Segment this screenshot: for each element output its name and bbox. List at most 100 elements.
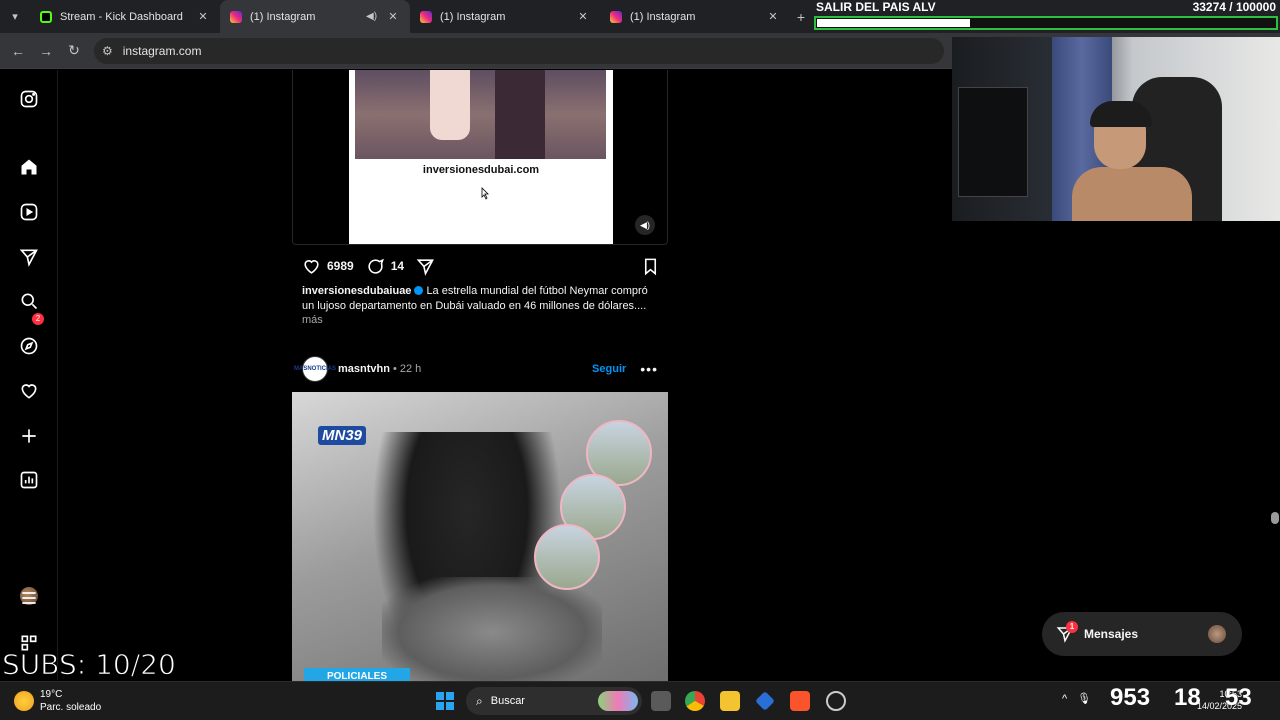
instagram-sidebar: 2 <box>0 70 58 680</box>
url-text: instagram.com <box>122 43 202 58</box>
microphone-icon[interactable]: 🎙 <box>1077 692 1091 705</box>
messages-button[interactable]: 1 Mensajes <box>1042 612 1242 656</box>
subs-counter: SUBS: 10/20 <box>2 648 177 682</box>
system-tray: ^ 🎙 <box>1062 692 1101 706</box>
instagram-icon <box>230 10 242 23</box>
message-avatar <box>1208 625 1226 643</box>
tab-kick-dashboard[interactable]: Stream - Kick Dashboard ✕ <box>30 0 220 33</box>
close-icon[interactable]: ✕ <box>196 10 210 23</box>
app-diamond-icon[interactable] <box>755 691 775 711</box>
timer-seconds: 53 <box>1225 684 1252 711</box>
webcam-feed <box>952 37 1280 221</box>
tab-instagram-active[interactable]: (1) Instagram ◀) ✕ <box>220 0 410 33</box>
goal-progress-bar <box>814 16 1278 30</box>
task-view-icon[interactable] <box>651 691 671 711</box>
heart-icon[interactable] <box>18 380 40 402</box>
like-heart-icon[interactable] <box>302 257 321 276</box>
weather-desc: Parc. soleado <box>40 702 102 713</box>
post-caption: inversionesdubaiuae La estrella mundial d… <box>302 284 660 314</box>
messages-icon[interactable] <box>18 246 40 268</box>
section-tag: POLICIALES <box>304 668 410 682</box>
screen: ▾ Stream - Kick Dashboard ✕ (1) Instagra… <box>0 0 1280 720</box>
video-content: inversionesdubai.com <box>349 70 613 244</box>
avatar-logo-text: MASNOTICIAS <box>294 366 336 372</box>
file-explorer-icon[interactable] <box>720 691 740 711</box>
caption-username[interactable]: inversionesdubaiuae <box>302 285 411 297</box>
back-arrow-icon[interactable]: ← <box>4 43 32 59</box>
search-label: Buscar <box>490 695 525 707</box>
donation-goal-overlay: SALIR DEL PAIS ALV 33274 / 100000 <box>814 0 1280 33</box>
close-icon[interactable]: ✕ <box>766 10 780 23</box>
tab-title: (1) Instagram <box>250 10 316 23</box>
close-icon[interactable]: ✕ <box>386 10 400 23</box>
webcam-streamer-body <box>1072 167 1192 221</box>
address-bar[interactable]: ⚙ instagram.com <box>94 37 944 64</box>
windows-taskbar: 19°C Parc. soleado ⌕ Buscar ^ 🎙 953 18 1… <box>0 681 1280 720</box>
forward-arrow-icon[interactable]: → <box>32 43 60 59</box>
menu-icon[interactable] <box>18 587 40 609</box>
messages-badge: 1 <box>1066 621 1078 633</box>
tab-search-chevron-icon[interactable]: ▾ <box>0 0 30 33</box>
follow-button[interactable]: Seguir <box>592 363 626 375</box>
post-avatar[interactable]: MASNOTICIAS <box>294 356 336 382</box>
save-bookmark-icon[interactable] <box>641 257 660 276</box>
site-settings-icon[interactable]: ⚙ <box>102 44 113 58</box>
explore-icon[interactable] <box>18 335 40 357</box>
speaker-icon[interactable]: ◀) <box>366 11 380 22</box>
more-options-icon[interactable]: ••• <box>640 361 658 377</box>
tab-title: (1) Instagram <box>630 10 696 23</box>
weather-widget[interactable]: 19°C Parc. soleado <box>14 688 101 714</box>
separator: • <box>392 363 397 375</box>
messages-badge: 2 <box>32 313 44 325</box>
timer-hours: 953 <box>1110 684 1151 711</box>
chrome-icon[interactable] <box>685 691 705 711</box>
photo-arms <box>382 577 602 682</box>
comment-icon[interactable] <box>366 257 385 276</box>
share-icon[interactable] <box>416 257 435 276</box>
video-photo <box>355 70 606 159</box>
create-plus-icon[interactable] <box>18 425 40 447</box>
home-icon[interactable] <box>18 156 40 178</box>
post-header: MASNOTICIAS masntvhn • 22 h Seguir ••• <box>294 356 668 382</box>
messages-label: Mensajes <box>1084 627 1139 641</box>
dashboard-icon[interactable] <box>18 469 40 491</box>
temperature: 19°C <box>40 689 63 700</box>
post-image[interactable]: MN39 POLICIALES <box>292 392 668 682</box>
reload-icon[interactable]: ↻ <box>60 42 88 59</box>
reels-icon[interactable] <box>18 201 40 223</box>
new-tab-plus-icon[interactable]: + <box>790 9 812 25</box>
brand-logo: MN39 <box>318 426 367 445</box>
goal-progress-fill <box>817 19 970 27</box>
search-highlight-icon <box>598 691 638 711</box>
tab-instagram-2[interactable]: (1) Instagram ✕ <box>410 0 600 33</box>
webcam-pc <box>958 87 1028 197</box>
feed: inversionesdubai.com ◀) 6989 14 inversio… <box>292 70 668 682</box>
verified-badge-icon <box>414 286 424 295</box>
close-icon[interactable]: ✕ <box>576 10 590 23</box>
sun-icon <box>14 691 34 711</box>
instagram-icon <box>420 10 432 23</box>
post-username[interactable]: masntvhn <box>338 363 390 375</box>
comment-count: 14 <box>390 259 405 273</box>
tab-title: Stream - Kick Dashboard <box>60 10 183 23</box>
post-actions: 6989 14 <box>302 256 660 276</box>
like-count: 6989 <box>327 259 354 273</box>
mouse-cursor-icon <box>481 187 489 200</box>
audio-toggle-icon[interactable]: ◀) <box>635 215 655 235</box>
kick-icon <box>40 10 52 23</box>
scroll-thumb[interactable] <box>1271 512 1279 524</box>
post-time: 22 h <box>399 363 422 375</box>
more-link[interactable]: más <box>302 314 323 326</box>
app-circle-icon[interactable] <box>826 691 846 711</box>
taskbar-search[interactable]: ⌕ Buscar <box>466 687 642 715</box>
search-icon[interactable] <box>18 290 40 312</box>
video-caption-text: inversionesdubai.com <box>422 164 540 176</box>
inset-photo <box>534 524 600 590</box>
post-video[interactable]: inversionesdubai.com ◀) <box>292 70 668 245</box>
instagram-logo-icon[interactable] <box>18 88 40 110</box>
tab-instagram-3[interactable]: (1) Instagram ✕ <box>600 0 790 33</box>
windows-start-icon[interactable] <box>436 692 454 710</box>
chevron-up-icon[interactable]: ^ <box>1062 693 1067 705</box>
webcam-cap <box>1090 101 1152 127</box>
brave-icon[interactable] <box>790 691 810 711</box>
